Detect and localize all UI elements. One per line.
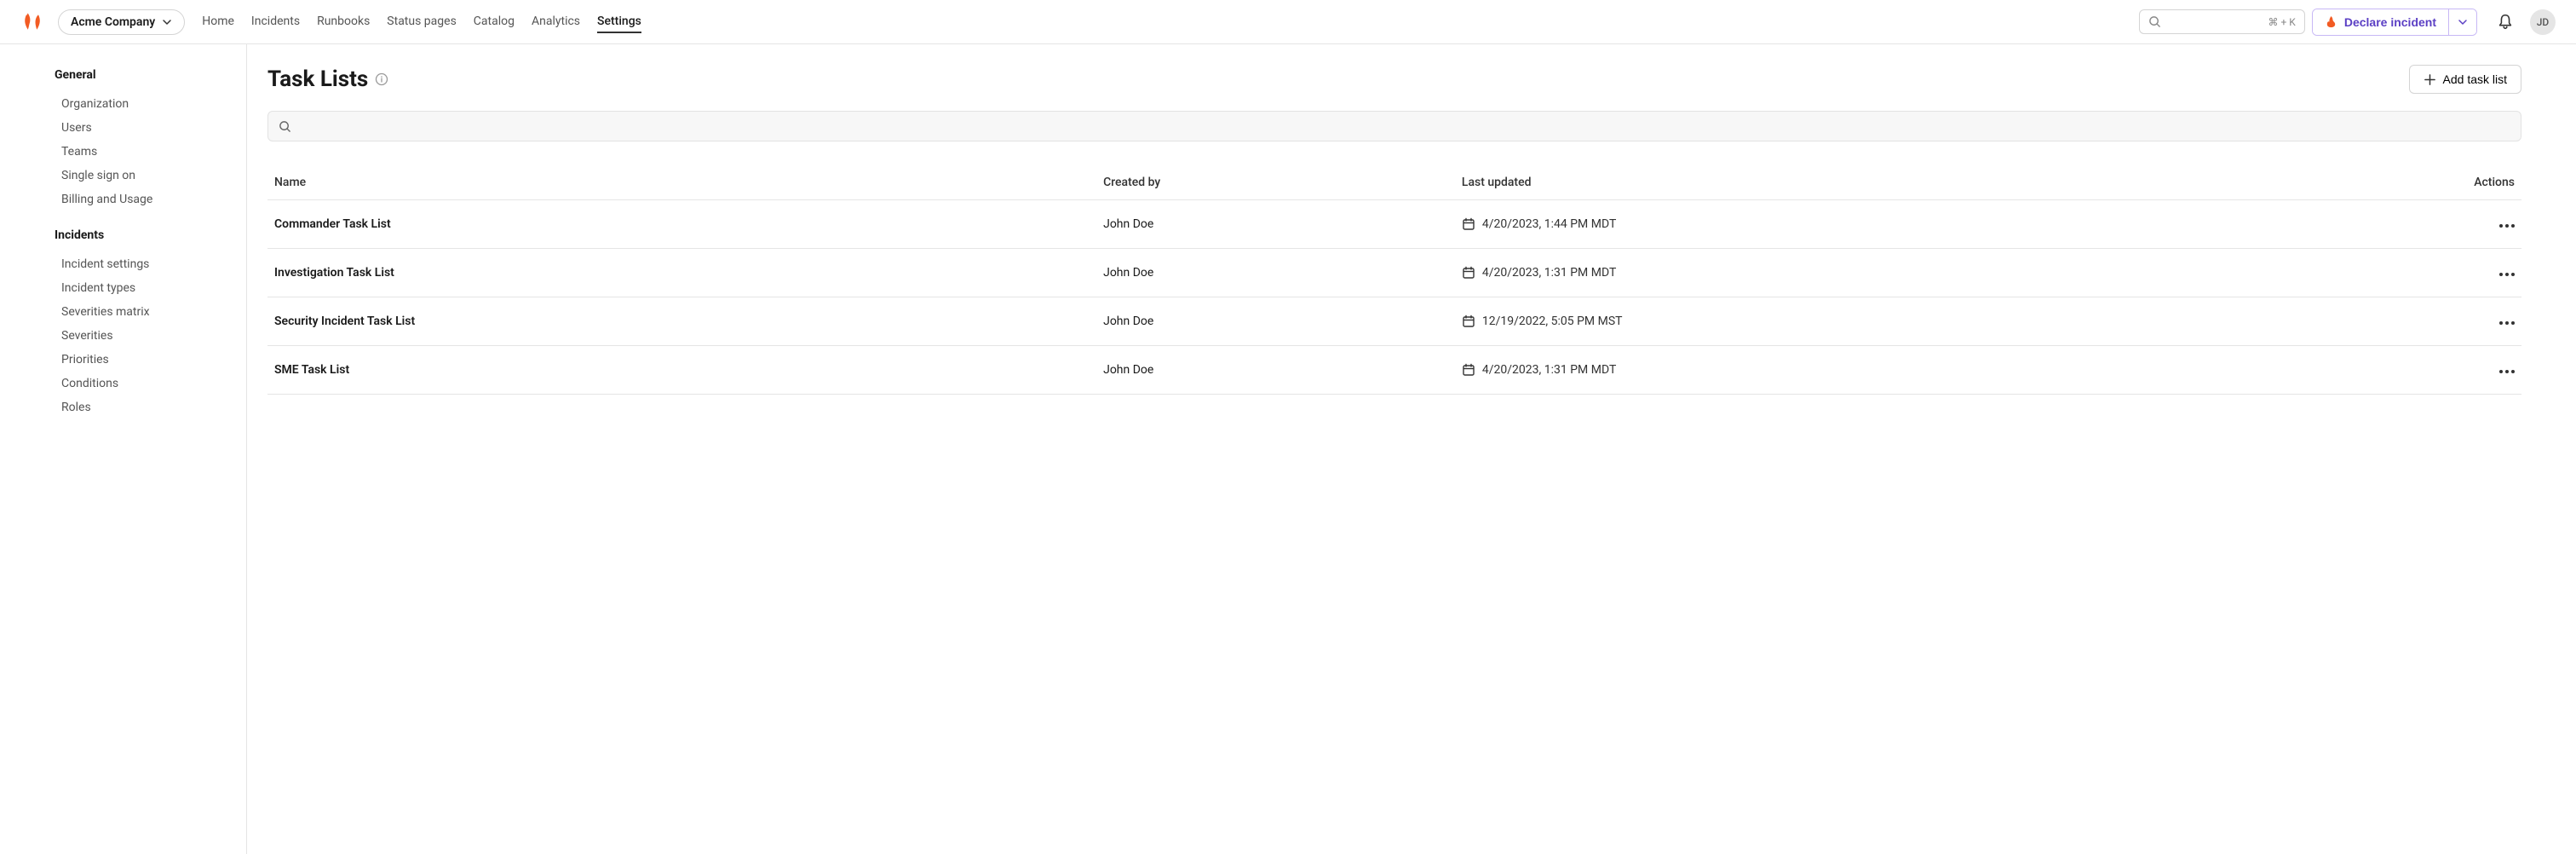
settings-sidebar: General Organization Users Teams Single … [0,44,247,854]
search-shortcut: ⌘ + K [2268,16,2296,28]
task-list-last-updated: 4/20/2023, 1:31 PM MDT [1482,266,1616,280]
sidebar-item-billing[interactable]: Billing and Usage [61,188,246,211]
task-list-last-updated: 12/19/2022, 5:05 PM MST [1482,314,1623,328]
row-actions-button[interactable] [2336,224,2515,228]
task-list-created-by: John Doe [1103,217,1462,231]
row-actions-button[interactable] [2336,321,2515,325]
company-picker[interactable]: Acme Company [58,9,185,35]
calendar-icon [1462,363,1475,377]
chevron-down-icon [162,17,172,27]
calendar-icon [1462,217,1475,231]
global-search[interactable]: ⌘ + K [2139,9,2305,34]
column-header-created-by: Created by [1103,176,1462,189]
chevron-down-icon [2458,17,2468,27]
sidebar-item-organization[interactable]: Organization [61,92,246,116]
sidebar-item-sso[interactable]: Single sign on [61,164,246,188]
nav-status-pages[interactable]: Status pages [387,11,457,33]
task-list-search[interactable] [267,111,2521,141]
info-icon[interactable] [375,72,388,86]
declare-incident-button[interactable]: Declare incident [2313,9,2448,35]
sidebar-group-general: General [55,68,246,82]
nav-incidents[interactable]: Incidents [251,11,300,33]
sidebar-item-conditions[interactable]: Conditions [61,372,246,395]
sidebar-item-severities[interactable]: Severities [61,324,246,348]
task-list-created-by: John Doe [1103,314,1462,328]
table-row[interactable]: Commander Task ListJohn Doe 4/20/2023, 1:… [267,200,2521,249]
table-row[interactable]: SME Task ListJohn Doe 4/20/2023, 1:31 PM … [267,346,2521,395]
main-content: Task Lists Add task list Name Created by… [247,44,2576,854]
task-list-created-by: John Doe [1103,266,1462,280]
table-row[interactable]: Security Incident Task ListJohn Doe 12/19… [267,297,2521,346]
page-title: Task Lists [267,66,368,92]
sidebar-item-incident-settings[interactable]: Incident settings [61,252,246,276]
sidebar-item-teams[interactable]: Teams [61,140,246,164]
plus-icon [2424,73,2436,86]
top-navigation: Acme Company Home Incidents Runbooks Sta… [0,0,2576,44]
sidebar-item-roles[interactable]: Roles [61,395,246,419]
task-list-name: Security Incident Task List [274,314,1103,328]
search-icon [279,120,291,133]
search-icon [2148,15,2161,28]
row-actions-button[interactable] [2336,273,2515,276]
sidebar-item-priorities[interactable]: Priorities [61,348,246,372]
task-list-name: SME Task List [274,363,1103,377]
task-list-created-by: John Doe [1103,363,1462,377]
column-header-last-updated: Last updated [1462,176,2336,189]
add-task-list-label: Add task list [2443,72,2507,86]
nav-settings[interactable]: Settings [597,11,641,33]
sidebar-item-incident-types[interactable]: Incident types [61,276,246,300]
task-list-last-updated: 4/20/2023, 1:31 PM MDT [1482,363,1616,377]
notifications-icon[interactable] [2496,13,2515,32]
app-logo [20,10,44,34]
company-name: Acme Company [71,15,155,29]
user-avatar[interactable]: JD [2530,9,2556,35]
nav-runbooks[interactable]: Runbooks [317,11,370,33]
main-nav: Home Incidents Runbooks Status pages Cat… [202,11,641,33]
fire-icon [2325,15,2337,28]
sidebar-item-severities-matrix[interactable]: Severities matrix [61,300,246,324]
nav-catalog[interactable]: Catalog [474,11,515,33]
add-task-list-button[interactable]: Add task list [2409,65,2521,94]
page-header: Task Lists Add task list [267,65,2521,94]
declare-incident-label: Declare incident [2344,15,2436,29]
sidebar-item-users[interactable]: Users [61,116,246,140]
task-list-name: Investigation Task List [274,266,1103,280]
task-list-table: Name Created by Last updated Actions Com… [267,165,2521,395]
task-list-last-updated: 4/20/2023, 1:44 PM MDT [1482,217,1616,231]
column-header-name: Name [274,176,1103,189]
table-header: Name Created by Last updated Actions [267,165,2521,200]
declare-incident-group: Declare incident [2312,9,2477,36]
avatar-initials: JD [2537,16,2550,28]
task-list-search-input[interactable] [298,119,2510,133]
column-header-actions: Actions [2336,176,2515,189]
calendar-icon [1462,314,1475,328]
row-actions-button[interactable] [2336,370,2515,373]
declare-incident-dropdown[interactable] [2448,9,2476,35]
table-row[interactable]: Investigation Task ListJohn Doe 4/20/2023… [267,249,2521,297]
task-list-name: Commander Task List [274,217,1103,231]
sidebar-group-incidents: Incidents [55,228,246,242]
calendar-icon [1462,266,1475,280]
nav-analytics[interactable]: Analytics [532,11,580,33]
nav-home[interactable]: Home [202,11,234,33]
